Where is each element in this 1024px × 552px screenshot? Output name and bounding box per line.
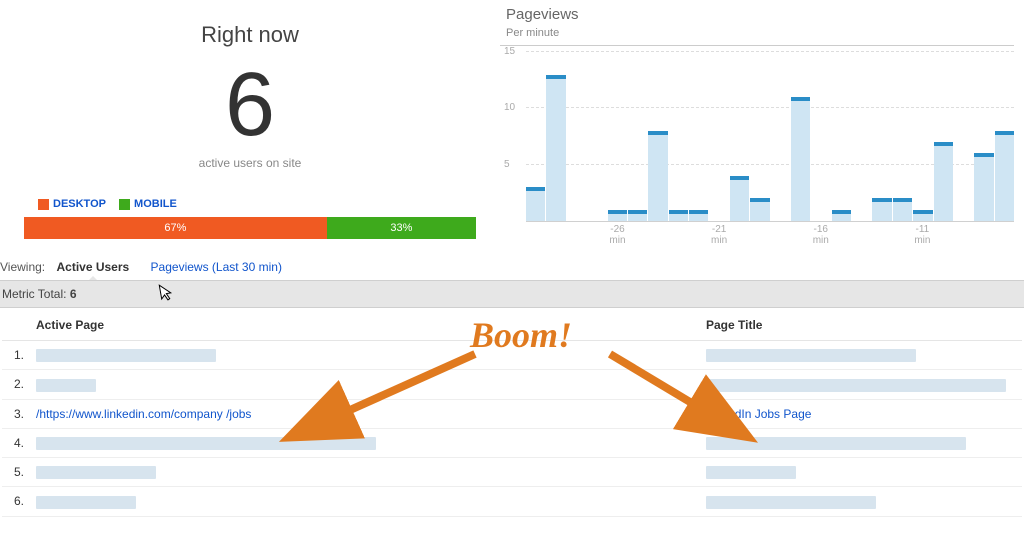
redacted-block [706, 349, 916, 362]
cursor-icon [158, 282, 176, 307]
device-legend: DESKTOP MOBILE [20, 198, 480, 213]
legend-mobile-label: MOBILE [134, 198, 177, 210]
chart-x-tick: -11 min [912, 224, 932, 246]
tab-active-users[interactable]: Active Users [56, 260, 129, 274]
chart-bar [730, 176, 749, 221]
redacted-block [36, 349, 216, 362]
active-pages-table: Active Page Page Title 1.2.3./https://ww… [2, 308, 1022, 517]
row-index: 2. [2, 370, 28, 399]
table-row[interactable]: 2. [2, 370, 1022, 399]
cell-active-page[interactable] [28, 428, 698, 457]
redacted-block [36, 496, 136, 509]
chart-bar [913, 210, 932, 221]
chart-y-tick: 10 [504, 102, 515, 113]
chart-bar [669, 210, 688, 221]
cell-page-title[interactable] [698, 370, 1022, 399]
chart-bar [995, 131, 1014, 221]
device-bar-desktop-pct: 67% [164, 222, 186, 234]
cell-page-title[interactable] [698, 341, 1022, 370]
square-icon [38, 199, 49, 210]
metric-total-value: 6 [70, 287, 77, 301]
chart-bar [872, 198, 891, 221]
chart-bar [791, 97, 810, 221]
tab-pageviews-30min[interactable]: Pageviews (Last 30 min) [151, 260, 282, 274]
view-tabs: Viewing: Active Users Pageviews (Last 30… [0, 250, 1024, 280]
chart-x-tick: -16 min [811, 224, 831, 246]
viewing-label: Viewing: [0, 260, 45, 274]
pageviews-title: Pageviews [506, 6, 1014, 23]
legend-desktop: DESKTOP [38, 198, 106, 210]
row-index: 3. [2, 399, 28, 428]
device-breakdown-bar: 67% 33% [24, 217, 476, 239]
table-row[interactable]: 4. [2, 428, 1022, 457]
chart-bar [934, 142, 953, 221]
active-user-count: 6 [20, 60, 480, 150]
device-bar-mobile: 33% [327, 217, 476, 239]
cell-page-title[interactable] [698, 457, 1022, 486]
square-icon [119, 199, 130, 210]
row-index: 1. [2, 341, 28, 370]
redacted-block [36, 466, 156, 479]
row-index: 6. [2, 487, 28, 516]
active-pages-table-wrap: Active Page Page Title 1.2.3./https://ww… [0, 308, 1024, 517]
redacted-block [36, 379, 96, 392]
table-row[interactable]: 6. [2, 487, 1022, 516]
chart-bar [628, 210, 647, 221]
chart-bar [974, 153, 993, 221]
chart-x-tick: -21 min [709, 224, 729, 246]
chart-bar [608, 210, 627, 221]
redacted-block [706, 496, 876, 509]
chart-bar [546, 75, 565, 221]
cell-active-page[interactable]: /https://www.linkedin.com/company /jobs [28, 399, 698, 428]
chart-x-tick: -26 min [607, 224, 627, 246]
table-row[interactable]: 1. [2, 341, 1022, 370]
cell-page-title[interactable] [698, 428, 1022, 457]
cell-active-page[interactable] [28, 457, 698, 486]
chart-bar [526, 187, 545, 221]
chart-y-tick: 5 [504, 159, 510, 170]
col-active-page[interactable]: Active Page [28, 308, 698, 341]
realtime-overview-panel: Right now 6 active users on site DESKTOP… [0, 0, 500, 250]
table-row[interactable]: 3./https://www.linkedin.com/company /job… [2, 399, 1022, 428]
redacted-block [706, 379, 1006, 392]
legend-desktop-label: DESKTOP [53, 198, 106, 210]
redacted-block [706, 466, 796, 479]
chart-bar [689, 210, 708, 221]
metric-total-label: Metric Total: [2, 287, 66, 301]
cell-page-title[interactable]: LinkedIn Jobs Page [698, 399, 1022, 428]
col-page-title[interactable]: Page Title [698, 308, 1022, 341]
device-bar-mobile-pct: 33% [390, 222, 412, 234]
cell-active-page[interactable] [28, 370, 698, 399]
metric-total-bar: Metric Total: 6 [0, 280, 1024, 308]
cell-page-title[interactable] [698, 487, 1022, 516]
table-header-row: Active Page Page Title [2, 308, 1022, 341]
active-user-subtitle: active users on site [20, 156, 480, 170]
table-row[interactable]: 5. [2, 457, 1022, 486]
chart-y-tick: 15 [504, 46, 515, 57]
overview-title: Right now [20, 22, 480, 48]
chart-bar [648, 131, 667, 221]
legend-mobile: MOBILE [119, 198, 177, 210]
chart-bar [893, 198, 912, 221]
device-bar-desktop: 67% [24, 217, 327, 239]
row-index: 5. [2, 457, 28, 486]
redacted-block [706, 437, 966, 450]
cell-active-page[interactable] [28, 487, 698, 516]
chart-bar [832, 210, 851, 221]
row-index: 4. [2, 428, 28, 457]
pageviews-subtitle: Per minute [500, 23, 1014, 46]
pageviews-panel: Pageviews Per minute 5 10 15 -26 min -21 mi… [500, 0, 1024, 250]
cell-active-page[interactable] [28, 341, 698, 370]
redacted-block [36, 437, 376, 450]
chart-bar [750, 198, 769, 221]
pageviews-chart: 51015 -26 min-21 min-16 min-11 min [500, 52, 1014, 240]
